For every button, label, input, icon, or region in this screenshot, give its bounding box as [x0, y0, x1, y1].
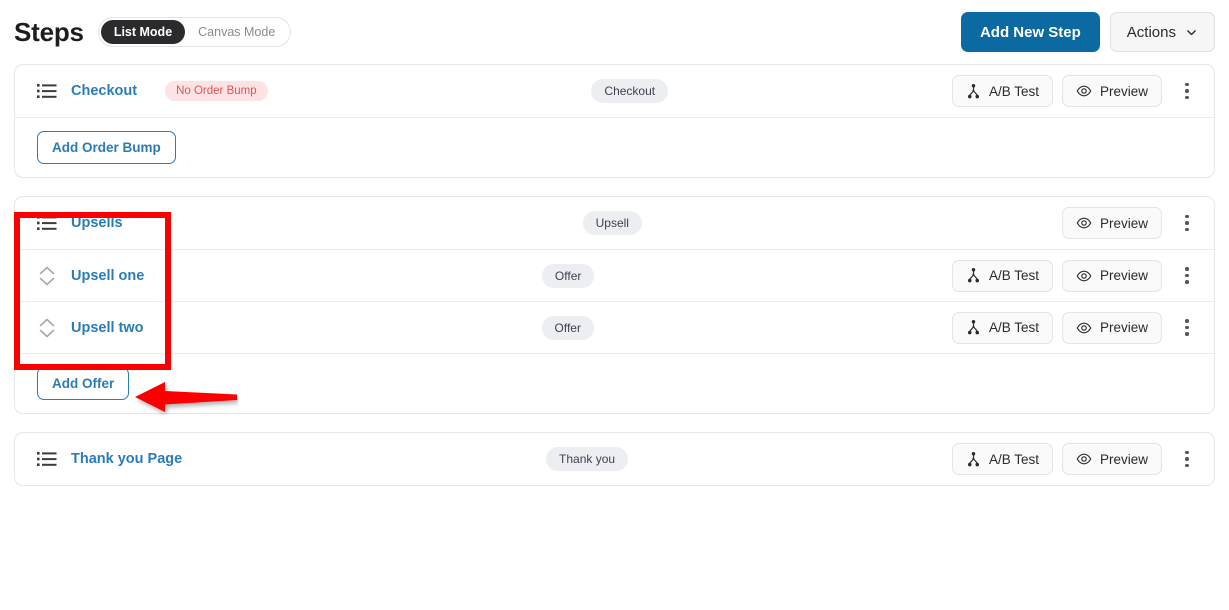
- step-row-left: Upsell one: [37, 265, 144, 287]
- add-order-bump-button[interactable]: Add Order Bump: [37, 131, 176, 164]
- step-row-actions: A/B Test Preview: [951, 311, 1200, 344]
- step-type-wrap: Upsell: [123, 211, 1062, 235]
- step-name-link[interactable]: Thank you Page: [71, 451, 182, 467]
- step-name-link[interactable]: Upsell one: [71, 268, 144, 284]
- eye-icon: [1076, 83, 1092, 99]
- page-header: Steps List Mode Canvas Mode Add New Step…: [0, 0, 1229, 64]
- three-dots-vertical-icon[interactable]: [1174, 76, 1200, 106]
- step-type-badge: Offer: [541, 263, 595, 288]
- preview-button[interactable]: Preview: [1061, 75, 1162, 107]
- card-footer: Add Offer: [15, 353, 1214, 413]
- preview-label: Preview: [1099, 320, 1148, 335]
- step-row-actions: Preview: [1061, 207, 1200, 239]
- step-type-badge: Offer: [541, 315, 594, 340]
- step-row[interactable]: Checkout No Order Bump Checkout A/B Test Pre…: [15, 65, 1214, 117]
- step-row-actions: A/B Test Preview: [951, 259, 1200, 292]
- card-footer: Add Order Bump: [15, 117, 1214, 177]
- step-row-left: Upsell two: [37, 317, 144, 339]
- step-row-left: Checkout No Order Bump: [37, 81, 268, 101]
- thank-you-card: Thank you Page Thank you A/B Test Preview: [14, 432, 1215, 486]
- preview-label: Preview: [1099, 83, 1148, 99]
- step-name-link[interactable]: Checkout: [71, 83, 137, 99]
- sort-up-down-icon[interactable]: [37, 265, 57, 287]
- three-dots-vertical-icon[interactable]: [1174, 261, 1200, 291]
- preview-label: Preview: [1099, 268, 1148, 283]
- preview-label: Preview: [1099, 451, 1148, 467]
- step-type-wrap: Offer: [144, 315, 952, 340]
- preview-button[interactable]: Preview: [1061, 207, 1162, 239]
- step-row-left: Upsells: [37, 215, 123, 231]
- actions-button-label: Actions: [1126, 23, 1176, 41]
- step-type-wrap: Thank you: [182, 447, 952, 471]
- preview-button[interactable]: Preview: [1061, 443, 1162, 475]
- preview-button[interactable]: Preview: [1061, 311, 1162, 344]
- list-icon: [37, 215, 57, 231]
- split-test-icon: [966, 83, 981, 99]
- checkout-card: Checkout No Order Bump Checkout A/B Test Pre…: [14, 64, 1215, 178]
- add-offer-button[interactable]: Add Offer: [37, 367, 130, 400]
- step-row-actions: A/B Test Preview: [951, 75, 1200, 107]
- add-new-step-button[interactable]: Add New Step: [960, 12, 1100, 52]
- chevron-down-icon: [1185, 26, 1198, 39]
- three-dots-vertical-icon[interactable]: [1174, 208, 1200, 238]
- step-row[interactable]: Upsells Upsell Preview: [15, 197, 1214, 249]
- three-dots-vertical-icon[interactable]: [1174, 444, 1200, 474]
- sort-up-down-icon[interactable]: [37, 317, 57, 339]
- steps-list: Checkout No Order Bump Checkout A/B Test Pre…: [0, 64, 1229, 486]
- ab-test-button[interactable]: A/B Test: [951, 75, 1053, 107]
- actions-button[interactable]: Actions: [1109, 12, 1215, 52]
- step-type-wrap: Offer: [144, 263, 952, 288]
- list-icon: [37, 451, 57, 467]
- step-row[interactable]: Upsell two Offer A/B Test Preview: [15, 301, 1214, 353]
- step-row-actions: A/B Test Preview: [951, 443, 1200, 475]
- view-mode-toggle[interactable]: List Mode Canvas Mode: [97, 17, 292, 47]
- status-badge: No Order Bump: [165, 81, 268, 101]
- eye-icon: [1076, 320, 1092, 336]
- ab-test-button[interactable]: A/B Test: [951, 443, 1053, 475]
- mode-option-list[interactable]: List Mode: [100, 20, 186, 44]
- ab-test-label: A/B Test: [988, 268, 1039, 283]
- step-type-wrap: Checkout: [268, 79, 952, 103]
- three-dots-vertical-icon[interactable]: [1174, 313, 1200, 343]
- split-test-icon: [966, 268, 981, 283]
- eye-icon: [1076, 268, 1092, 284]
- eye-icon: [1076, 215, 1092, 231]
- preview-button[interactable]: Preview: [1061, 259, 1162, 292]
- mode-option-canvas[interactable]: Canvas Mode: [185, 20, 288, 44]
- step-row-left: Thank you Page: [37, 451, 182, 467]
- eye-icon: [1076, 451, 1092, 467]
- page-title: Steps: [14, 16, 84, 47]
- preview-label: Preview: [1099, 215, 1148, 231]
- upsells-card: Upsells Upsell Preview Upsell one Offer A/B T…: [14, 196, 1215, 414]
- step-type-badge: Checkout: [591, 79, 669, 103]
- ab-test-button[interactable]: A/B Test: [951, 259, 1053, 292]
- step-type-badge: Upsell: [582, 211, 642, 235]
- list-icon: [37, 83, 57, 99]
- ab-test-label: A/B Test: [988, 451, 1039, 467]
- ab-test-label: A/B Test: [988, 83, 1039, 99]
- step-name-link[interactable]: Upsell two: [71, 320, 144, 336]
- step-name-link[interactable]: Upsells: [71, 215, 123, 231]
- step-row[interactable]: Upsell one Offer A/B Test Preview: [15, 249, 1214, 301]
- step-type-badge: Thank you: [546, 447, 629, 471]
- split-test-icon: [966, 451, 981, 467]
- split-test-icon: [966, 320, 981, 335]
- step-row[interactable]: Thank you Page Thank you A/B Test Preview: [15, 433, 1214, 485]
- ab-test-button[interactable]: A/B Test: [951, 311, 1053, 344]
- ab-test-label: A/B Test: [988, 320, 1039, 335]
